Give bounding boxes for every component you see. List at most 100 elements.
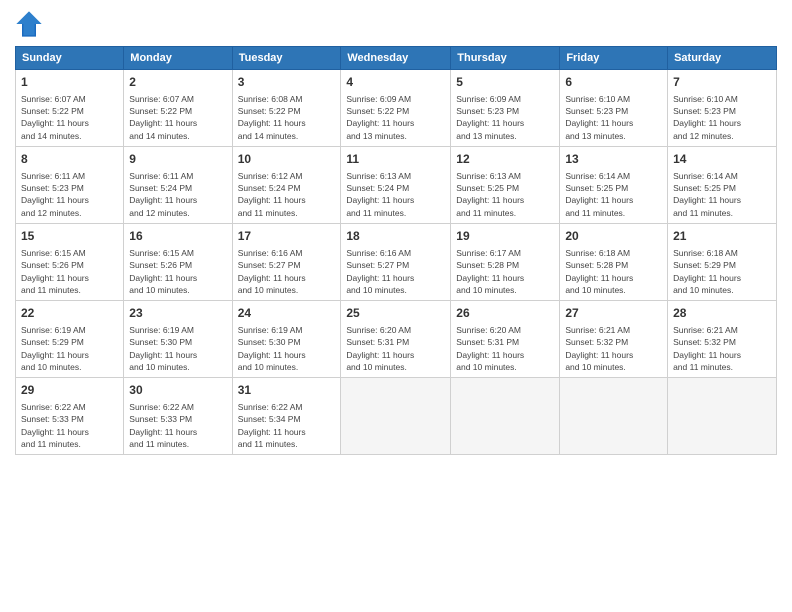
day-number: 28 <box>673 305 771 322</box>
day-info: Sunrise: 6:20 AMSunset: 5:31 PMDaylight:… <box>346 324 445 373</box>
calendar-cell: 8 Sunrise: 6:11 AMSunset: 5:23 PMDaylight… <box>16 147 124 224</box>
day-number: 11 <box>346 151 445 168</box>
day-number: 17 <box>238 228 336 245</box>
calendar-cell: 30Sunrise: 6:22 AMSunset: 5:33 PMDayligh… <box>124 378 232 455</box>
day-info: Sunrise: 6:09 AMSunset: 5:23 PMDaylight:… <box>456 93 554 142</box>
day-number: 14 <box>673 151 771 168</box>
calendar-cell <box>451 378 560 455</box>
day-info: Sunrise: 6:12 AMSunset: 5:24 PMDaylight:… <box>238 170 336 219</box>
day-info: Sunrise: 6:21 AMSunset: 5:32 PMDaylight:… <box>673 324 771 373</box>
calendar-week-5: 29 Sunrise: 6:22 AMSunset: 5:33 PMDayligh… <box>16 378 777 455</box>
day-number: 18 <box>346 228 445 245</box>
day-number: 13 <box>565 151 662 168</box>
page: SundayMondayTuesdayWednesdayThursdayFrid… <box>0 0 792 612</box>
day-number: 24 <box>238 305 336 322</box>
day-number: 23 <box>129 305 226 322</box>
day-info: Sunrise: 6:08 AMSunset: 5:22 PMDaylight:… <box>238 93 336 142</box>
day-number: 12 <box>456 151 554 168</box>
day-info: Sunrise: 6:13 AMSunset: 5:25 PMDaylight:… <box>456 170 554 219</box>
day-info: Sunrise: 6:14 AMSunset: 5:25 PMDaylight:… <box>565 170 662 219</box>
calendar-cell: 17Sunrise: 6:16 AMSunset: 5:27 PMDayligh… <box>232 224 341 301</box>
day-number: 20 <box>565 228 662 245</box>
calendar-cell: 26 Sunrise: 6:20 AMSunset: 5:31 PMDayligh… <box>451 301 560 378</box>
calendar-cell: 22Sunrise: 6:19 AMSunset: 5:29 PMDayligh… <box>16 301 124 378</box>
calendar-cell: 19 Sunrise: 6:17 AMSunset: 5:28 PMDayligh… <box>451 224 560 301</box>
day-info: Sunrise: 6:20 AMSunset: 5:31 PMDaylight:… <box>456 324 554 373</box>
calendar-cell: 27Sunrise: 6:21 AMSunset: 5:32 PMDayligh… <box>560 301 668 378</box>
logo <box>15 10 47 38</box>
weekday-header-tuesday: Tuesday <box>232 47 341 70</box>
calendar-body: 1 Sunrise: 6:07 AMSunset: 5:22 PMDaylight… <box>16 70 777 455</box>
day-info: Sunrise: 6:07 AMSunset: 5:22 PMDaylight:… <box>21 93 118 142</box>
calendar-cell: 6 Sunrise: 6:10 AMSunset: 5:23 PMDaylight… <box>560 70 668 147</box>
calendar-cell: 14 Sunrise: 6:14 AMSunset: 5:25 PMDayligh… <box>668 147 777 224</box>
calendar-cell: 15 Sunrise: 6:15 AMSunset: 5:26 PMDayligh… <box>16 224 124 301</box>
day-info: Sunrise: 6:22 AMSunset: 5:33 PMDaylight:… <box>21 401 118 450</box>
day-number: 7 <box>673 74 771 91</box>
calendar-cell: 16 Sunrise: 6:15 AMSunset: 5:26 PMDayligh… <box>124 224 232 301</box>
calendar-cell: 9Sunrise: 6:11 AMSunset: 5:24 PMDaylight… <box>124 147 232 224</box>
day-number: 29 <box>21 382 118 399</box>
day-number: 19 <box>456 228 554 245</box>
day-number: 1 <box>21 74 118 91</box>
calendar-cell: 18 Sunrise: 6:16 AMSunset: 5:27 PMDayligh… <box>341 224 451 301</box>
calendar-week-4: 22Sunrise: 6:19 AMSunset: 5:29 PMDayligh… <box>16 301 777 378</box>
calendar-cell: 7 Sunrise: 6:10 AMSunset: 5:23 PMDaylight… <box>668 70 777 147</box>
day-info: Sunrise: 6:18 AMSunset: 5:29 PMDaylight:… <box>673 247 771 296</box>
calendar-cell: 28 Sunrise: 6:21 AMSunset: 5:32 PMDayligh… <box>668 301 777 378</box>
day-info: Sunrise: 6:11 AMSunset: 5:23 PMDaylight:… <box>21 170 118 219</box>
day-number: 26 <box>456 305 554 322</box>
calendar-cell: 4 Sunrise: 6:09 AMSunset: 5:22 PMDaylight… <box>341 70 451 147</box>
day-info: Sunrise: 6:17 AMSunset: 5:28 PMDaylight:… <box>456 247 554 296</box>
day-number: 3 <box>238 74 336 91</box>
calendar-cell: 24 Sunrise: 6:19 AMSunset: 5:30 PMDayligh… <box>232 301 341 378</box>
day-info: Sunrise: 6:10 AMSunset: 5:23 PMDaylight:… <box>565 93 662 142</box>
day-info: Sunrise: 6:15 AMSunset: 5:26 PMDaylight:… <box>129 247 226 296</box>
day-info: Sunrise: 6:21 AMSunset: 5:32 PMDaylight:… <box>565 324 662 373</box>
calendar-cell: 29 Sunrise: 6:22 AMSunset: 5:33 PMDayligh… <box>16 378 124 455</box>
calendar-cell: 23 Sunrise: 6:19 AMSunset: 5:30 PMDayligh… <box>124 301 232 378</box>
calendar-header: SundayMondayTuesdayWednesdayThursdayFrid… <box>16 47 777 70</box>
day-number: 8 <box>21 151 118 168</box>
calendar-cell <box>668 378 777 455</box>
weekday-header-row: SundayMondayTuesdayWednesdayThursdayFrid… <box>16 47 777 70</box>
day-info: Sunrise: 6:14 AMSunset: 5:25 PMDaylight:… <box>673 170 771 219</box>
weekday-header-sunday: Sunday <box>16 47 124 70</box>
calendar-cell: 13 Sunrise: 6:14 AMSunset: 5:25 PMDayligh… <box>560 147 668 224</box>
logo-icon <box>15 10 43 38</box>
calendar-week-1: 1 Sunrise: 6:07 AMSunset: 5:22 PMDaylight… <box>16 70 777 147</box>
day-number: 31 <box>238 382 336 399</box>
day-number: 16 <box>129 228 226 245</box>
calendar-cell <box>560 378 668 455</box>
day-number: 2 <box>129 74 226 91</box>
day-number: 9 <box>129 151 226 168</box>
day-info: Sunrise: 6:16 AMSunset: 5:27 PMDaylight:… <box>346 247 445 296</box>
calendar-cell: 3 Sunrise: 6:08 AMSunset: 5:22 PMDaylight… <box>232 70 341 147</box>
weekday-header-monday: Monday <box>124 47 232 70</box>
calendar-cell: 20 Sunrise: 6:18 AMSunset: 5:28 PMDayligh… <box>560 224 668 301</box>
day-info: Sunrise: 6:09 AMSunset: 5:22 PMDaylight:… <box>346 93 445 142</box>
day-info: Sunrise: 6:19 AMSunset: 5:30 PMDaylight:… <box>238 324 336 373</box>
calendar-cell: 1 Sunrise: 6:07 AMSunset: 5:22 PMDaylight… <box>16 70 124 147</box>
calendar-cell: 2Sunrise: 6:07 AMSunset: 5:22 PMDaylight… <box>124 70 232 147</box>
day-info: Sunrise: 6:10 AMSunset: 5:23 PMDaylight:… <box>673 93 771 142</box>
day-info: Sunrise: 6:22 AMSunset: 5:33 PMDaylight:… <box>129 401 226 450</box>
day-number: 15 <box>21 228 118 245</box>
calendar-week-3: 15 Sunrise: 6:15 AMSunset: 5:26 PMDayligh… <box>16 224 777 301</box>
calendar-cell: 10 Sunrise: 6:12 AMSunset: 5:24 PMDayligh… <box>232 147 341 224</box>
day-info: Sunrise: 6:18 AMSunset: 5:28 PMDaylight:… <box>565 247 662 296</box>
day-info: Sunrise: 6:13 AMSunset: 5:24 PMDaylight:… <box>346 170 445 219</box>
day-info: Sunrise: 6:19 AMSunset: 5:30 PMDaylight:… <box>129 324 226 373</box>
day-info: Sunrise: 6:15 AMSunset: 5:26 PMDaylight:… <box>21 247 118 296</box>
calendar-cell: 11 Sunrise: 6:13 AMSunset: 5:24 PMDayligh… <box>341 147 451 224</box>
header <box>15 10 777 38</box>
day-number: 4 <box>346 74 445 91</box>
weekday-header-thursday: Thursday <box>451 47 560 70</box>
calendar-cell: 12 Sunrise: 6:13 AMSunset: 5:25 PMDayligh… <box>451 147 560 224</box>
day-number: 25 <box>346 305 445 322</box>
day-number: 10 <box>238 151 336 168</box>
calendar-cell: 21Sunrise: 6:18 AMSunset: 5:29 PMDayligh… <box>668 224 777 301</box>
day-number: 5 <box>456 74 554 91</box>
weekday-header-saturday: Saturday <box>668 47 777 70</box>
day-number: 6 <box>565 74 662 91</box>
